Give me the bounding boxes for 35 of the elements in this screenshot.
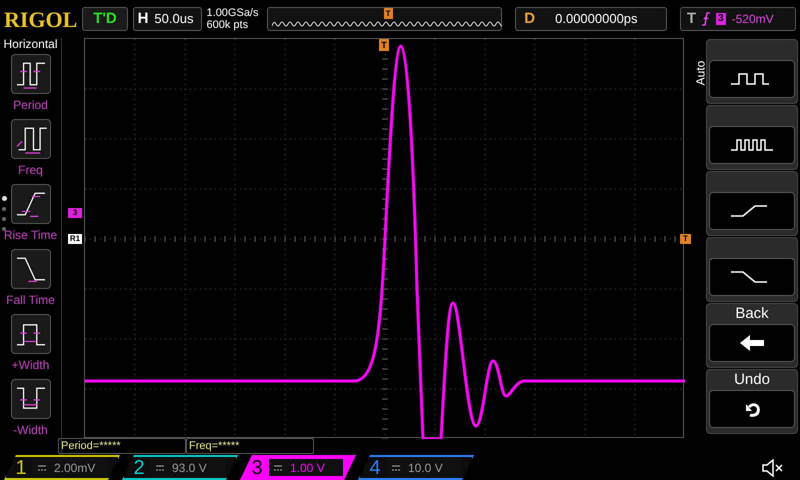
channel-tab[interactable]: 1 2.00mV [4,455,120,480]
trigger-level: -520mV [732,11,774,28]
trigger-position-marker: T [379,39,389,51]
timebase-label: H [138,8,148,29]
auto-menu-item[interactable]: Undo [706,369,798,434]
channel-tab[interactable]: 4 10.0 V [358,455,474,480]
delay-label: D [524,8,536,29]
mute-icon [762,458,784,476]
dc-coupling-icon [392,464,400,470]
sample-rate: 1.00GSa/s [206,7,260,19]
trigger-level-marker: T [680,234,691,244]
reference-marker: R1 [68,234,82,244]
dc-coupling-icon [274,464,282,470]
trigger-label: T [686,8,696,29]
dc-coupling-icon [156,464,164,470]
auto-menu-item[interactable]: Back [706,303,798,368]
menu-title: Horizontal [3,37,58,52]
run-status: T'D [82,7,128,31]
delay-value: 0.00000000ps [555,10,638,28]
dc-coupling-icon [38,464,46,470]
measure-menu-item[interactable]: Rise Time [4,184,58,247]
overview-trigger-marker: T [384,8,393,19]
timebase-value: 50.0us [154,10,194,28]
brand-logo: RIGOL [4,6,78,34]
auto-menu-item[interactable] [706,105,798,170]
memory-depth: 600k pts [206,19,250,31]
measurement-readout: Period=***** [58,438,186,454]
rising-edge-icon [702,12,710,26]
channel-tab[interactable]: 2 93.0 V [122,455,238,480]
measurement-readout: Freq=***** [186,438,314,454]
trigger-source: 3 [716,13,726,25]
channel-tab[interactable]: 3 1.00 V [240,455,356,480]
back-arrow-icon [739,334,765,352]
channel-marker: 3 [68,208,82,218]
menu-title: Auto [692,60,708,86]
